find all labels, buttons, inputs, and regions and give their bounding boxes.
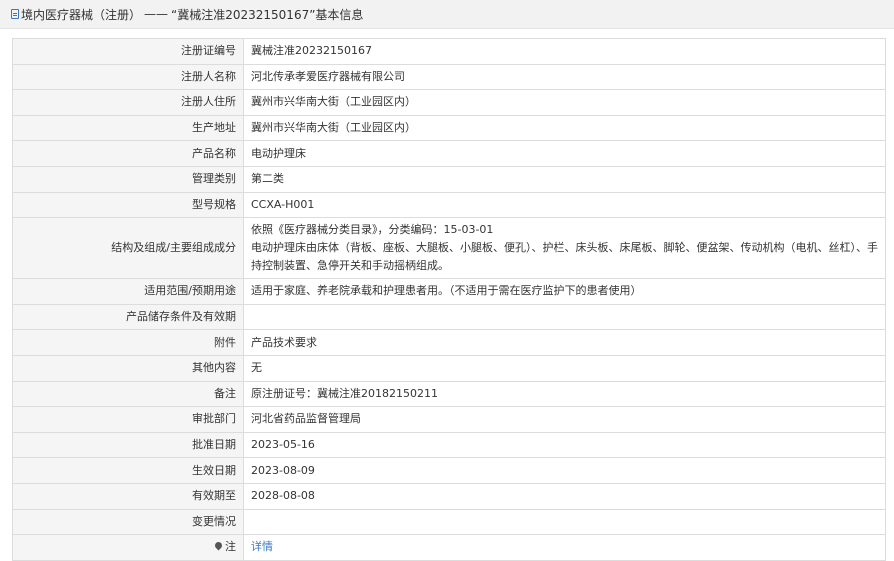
field-value: 2028-08-08: [243, 482, 886, 510]
note-label-text: 注: [225, 540, 236, 554]
field-value: 依照《医疗器械分类目录》，分类编码：15-03-01 电动护理床由床体（背板、座…: [243, 217, 886, 280]
table-row: 生产地址 冀州市兴华南大街（工业园区内）: [12, 114, 886, 142]
table-row: 注册证编号 冀械注准20232150167: [12, 38, 886, 65]
field-label: 附件: [12, 329, 244, 356]
field-value: 河北传承孝爱医疗器械有限公司: [243, 63, 886, 91]
table-row: 有效期至 2028-08-08: [12, 482, 886, 510]
table-row: 其他内容 无: [12, 354, 886, 382]
field-value: 适用于家庭、养老院承载和护理患者用。（不适用于需在医疗监护下的患者使用）: [243, 278, 886, 305]
field-label: 备注: [12, 380, 244, 408]
registration-info-table: 注册证编号 冀械注准20232150167 注册人名称 河北传承孝爱医疗器械有限…: [12, 38, 886, 561]
title-separator: ——: [144, 7, 169, 21]
category-title: 境内医疗器械（注册）: [21, 7, 142, 22]
field-label: 结构及组成/主要组成成分: [12, 217, 244, 280]
table-row: 产品名称 电动护理床: [12, 140, 886, 167]
table-row: 管理类别 第二类: [12, 165, 886, 193]
document-icon: [11, 9, 19, 19]
field-value: 冀州市兴华南大街（工业园区内）: [243, 89, 886, 116]
field-label: 适用范围/预期用途: [12, 278, 244, 305]
page-title-bar: 境内医疗器械（注册） —— “冀械注准20232150167”基本信息: [0, 0, 894, 29]
field-label: 注册人住所: [12, 89, 244, 116]
field-label: 批准日期: [12, 431, 244, 459]
table-row: 适用范围/预期用途 适用于家庭、养老院承载和护理患者用。（不适用于需在医疗监护下…: [12, 278, 886, 305]
field-label: 审批部门: [12, 406, 244, 433]
field-value: 无: [243, 354, 886, 382]
field-value: [243, 303, 886, 331]
classification-line: 依照《医疗器械分类目录》，分类编码：15-03-01: [251, 223, 494, 237]
field-value: 2023-08-09: [243, 457, 886, 484]
field-value: 2023-05-16: [243, 431, 886, 459]
table-row: 生效日期 2023-08-09: [12, 457, 886, 484]
field-value: 河北省药品监督管理局: [243, 406, 886, 433]
field-label: 产品储存条件及有效期: [12, 303, 244, 331]
field-value: 第二类: [243, 165, 886, 193]
table-row: 备注 原注册证号：冀械注准20182150211: [12, 380, 886, 408]
field-label: 变更情况: [12, 508, 244, 536]
field-label: 型号规格: [12, 191, 244, 219]
table-row: 结构及组成/主要组成成分 依照《医疗器械分类目录》，分类编码：15-03-01 …: [12, 217, 886, 280]
field-value: [243, 508, 886, 536]
field-value: 原注册证号：冀械注准20182150211: [243, 380, 886, 408]
table-row: 注 详情: [12, 534, 886, 561]
pin-icon: [213, 540, 224, 551]
field-label: 生产地址: [12, 114, 244, 142]
record-title: “冀械注准20232150167”基本信息: [171, 7, 364, 22]
table-row: 批准日期 2023-05-16: [12, 431, 886, 459]
field-value: CCXA-H001: [243, 191, 886, 219]
field-label: 有效期至: [12, 482, 244, 510]
field-value: 电动护理床: [243, 140, 886, 167]
field-label: 产品名称: [12, 140, 244, 167]
table-row: 产品储存条件及有效期: [12, 303, 886, 331]
note-label: 注: [12, 534, 244, 561]
table-row: 注册人名称 河北传承孝爱医疗器械有限公司: [12, 63, 886, 91]
field-label: 管理类别: [12, 165, 244, 193]
table-row: 变更情况: [12, 508, 886, 536]
field-label: 其他内容: [12, 354, 244, 382]
field-value: 冀州市兴华南大街（工业园区内）: [243, 114, 886, 142]
field-label: 生效日期: [12, 457, 244, 484]
table-row: 注册人住所 冀州市兴华南大街（工业园区内）: [12, 89, 886, 116]
table-row: 附件 产品技术要求: [12, 329, 886, 356]
table-row: 型号规格 CCXA-H001: [12, 191, 886, 219]
table-row: 审批部门 河北省药品监督管理局: [12, 406, 886, 433]
field-label: 注册证编号: [12, 38, 244, 65]
composition-line: 电动护理床由床体（背板、座板、大腿板、小腿板、便孔）、护栏、床头板、床尾板、脚轮…: [251, 241, 878, 273]
details-link[interactable]: 详情: [251, 540, 273, 553]
field-value: 冀械注准20232150167: [243, 38, 886, 65]
field-value: 详情: [243, 534, 886, 561]
field-label: 注册人名称: [12, 63, 244, 91]
field-value: 产品技术要求: [243, 329, 886, 356]
